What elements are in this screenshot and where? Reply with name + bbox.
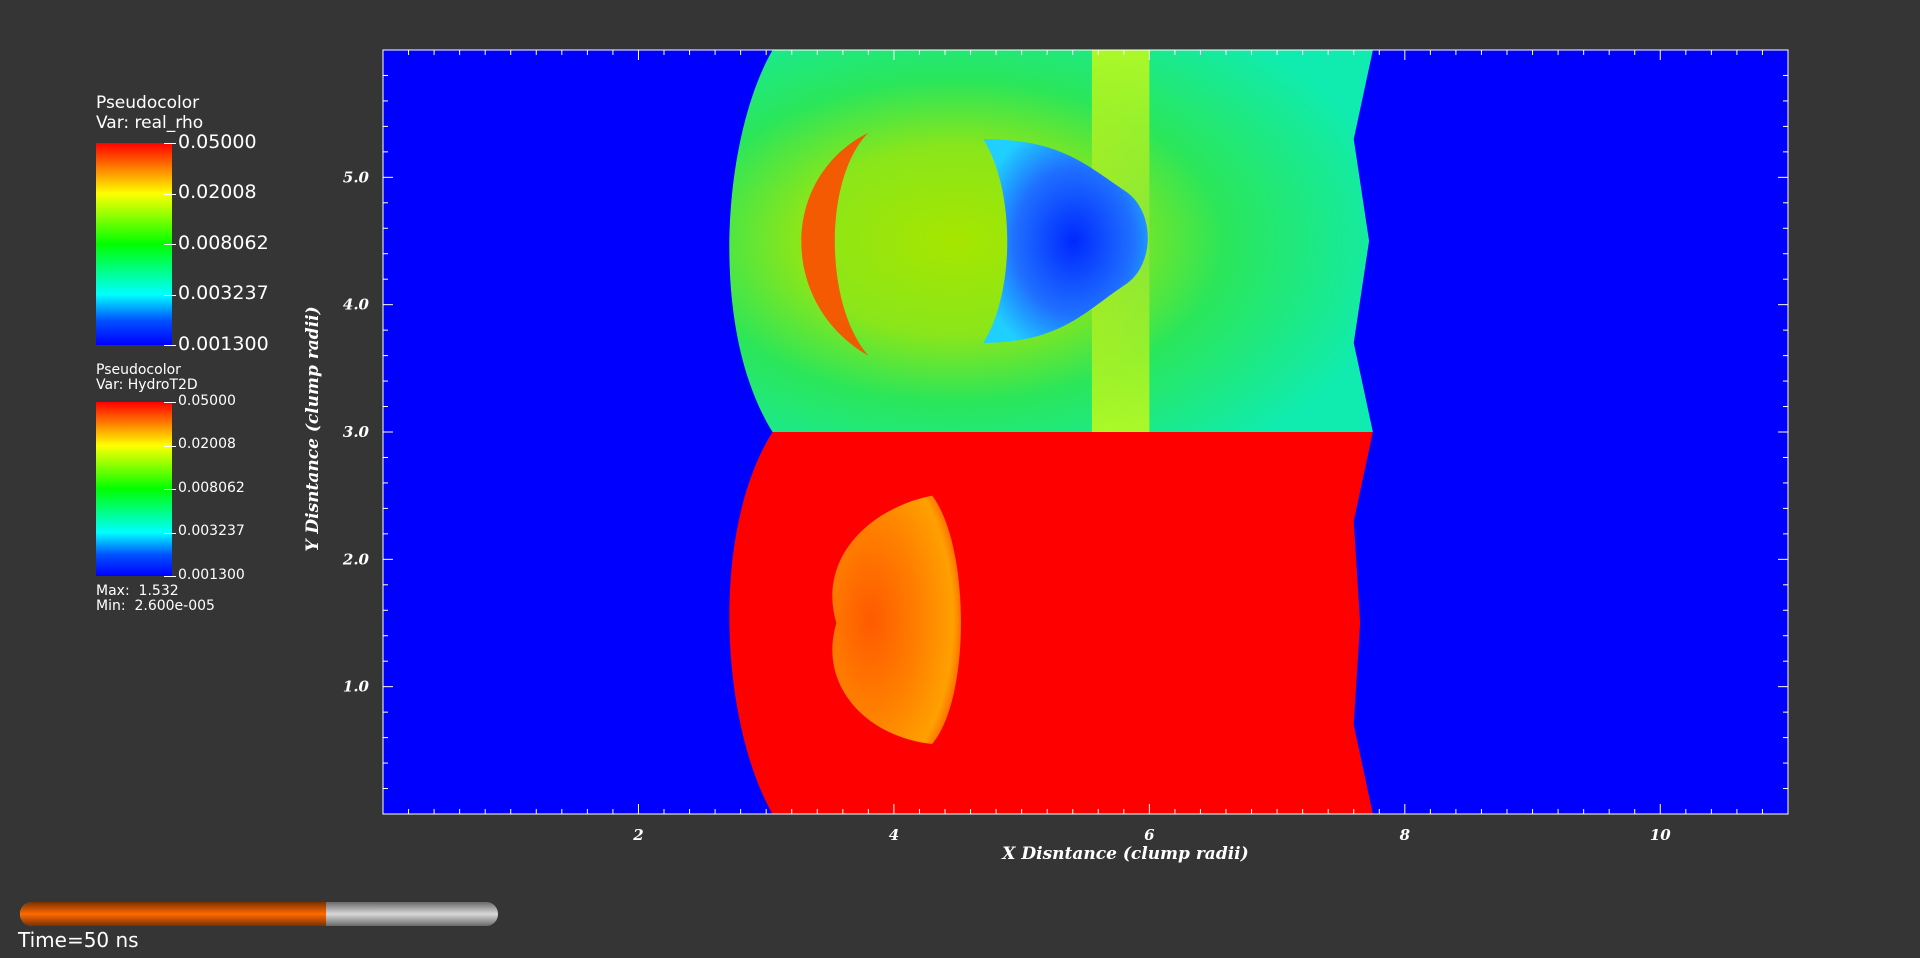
y-tick-label: 2.0 <box>342 550 370 568</box>
x-tick-label: 10 <box>1650 826 1671 844</box>
x-tick-label: 2 <box>632 826 643 844</box>
x-tick-label: 4 <box>889 826 899 844</box>
x-axis-label: X Disntance (clump radii) <box>1001 844 1248 864</box>
y-tick-label: 1.0 <box>343 678 370 696</box>
hydro-shocked-region <box>729 432 1373 814</box>
plot-fields <box>383 50 1788 814</box>
time-progress-bar[interactable] <box>20 902 498 926</box>
x-tick-label: 8 <box>1400 826 1411 844</box>
y-tick-label: 4.0 <box>343 296 370 314</box>
x-tick-label: 6 <box>1144 826 1155 844</box>
y-tick-label: 5.0 <box>343 168 370 186</box>
time-progress-fill <box>20 902 326 926</box>
time-label: Time=50 ns <box>18 928 139 952</box>
y-tick-label: 3.0 <box>343 423 370 441</box>
y-axis-label: Y Disntance (clump radii) <box>303 306 323 551</box>
pseudocolor-plot: 2 4 6 8 10 1.0 2.0 3.0 4.0 5.0 X Disntance (clump … <box>303 49 1789 864</box>
